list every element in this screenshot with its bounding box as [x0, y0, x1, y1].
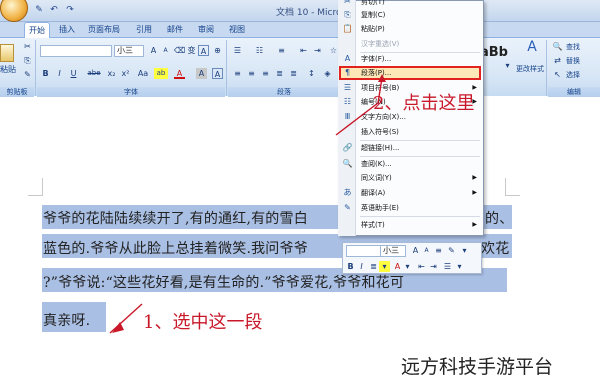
- annotation-arrows: [109, 74, 386, 334]
- arrow-to-paragraph-line: [335, 102, 379, 136]
- arrow-head-icon: [112, 322, 124, 333]
- arrow-head-icon: [378, 74, 386, 82]
- arrow-to-selection-line: [109, 303, 143, 334]
- annotation-step-1: 1、选中这一段: [143, 312, 263, 333]
- watermark-text: 远方科技手游平台: [401, 356, 554, 378]
- word-window: ✎ ↶ ↷ 文档 10 - Microsoft 开始 插入 页面布局 引用 邮件…: [0, 0, 600, 382]
- annotation-step-2: 2、点击这里: [373, 93, 475, 114]
